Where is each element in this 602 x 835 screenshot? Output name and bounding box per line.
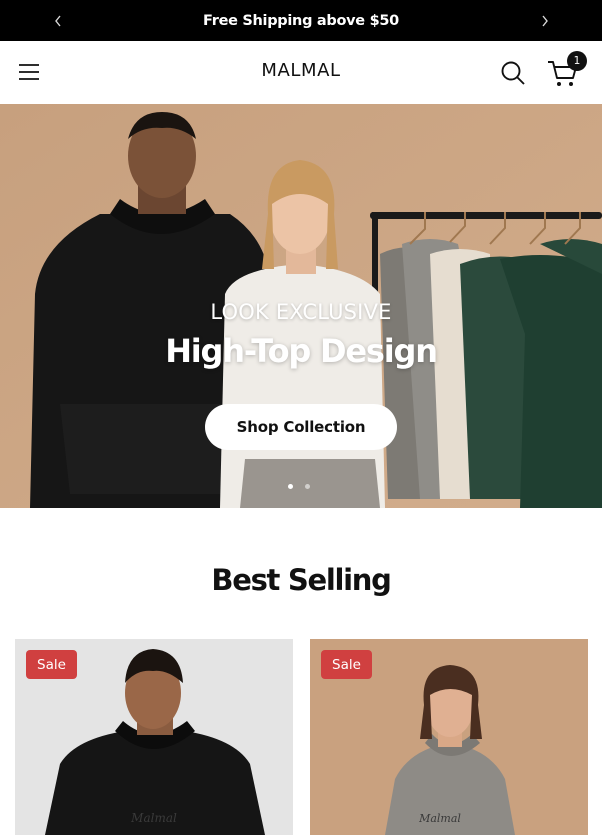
svg-text:Malmal: Malmal [130, 811, 177, 825]
svg-text:Malmal: Malmal [418, 812, 461, 825]
best-selling-title: Best Selling [211, 563, 391, 597]
announcement-text: Free Shipping above $50 [203, 12, 399, 29]
sale-badge: Sale [321, 650, 372, 679]
chevron-left-icon[interactable] [43, 0, 73, 41]
chevron-right-icon[interactable] [530, 0, 560, 41]
shop-collection-button[interactable]: Shop Collection [205, 404, 397, 450]
hamburger-menu-icon[interactable] [14, 57, 44, 87]
carousel-dot-2[interactable] [305, 484, 310, 489]
search-icon[interactable] [497, 57, 529, 89]
carousel-dots [288, 484, 310, 489]
site-header: MALMAL [0, 41, 602, 104]
product-card[interactable]: Malmal Sale [310, 639, 588, 835]
cart-count-badge: 1 [567, 51, 587, 71]
hero-headline: High-Top Design [165, 332, 438, 370]
product-card[interactable]: Malmal Sale [15, 639, 293, 835]
hero-eyebrow: LOOK EXCLUSIVE [210, 300, 392, 324]
sale-badge: Sale [26, 650, 77, 679]
announcement-bar: Free Shipping above $50 [0, 0, 602, 41]
carousel-dot-1[interactable] [288, 484, 293, 489]
hero-banner: LOOK EXCLUSIVE High-Top Design Shop Coll… [0, 104, 602, 508]
